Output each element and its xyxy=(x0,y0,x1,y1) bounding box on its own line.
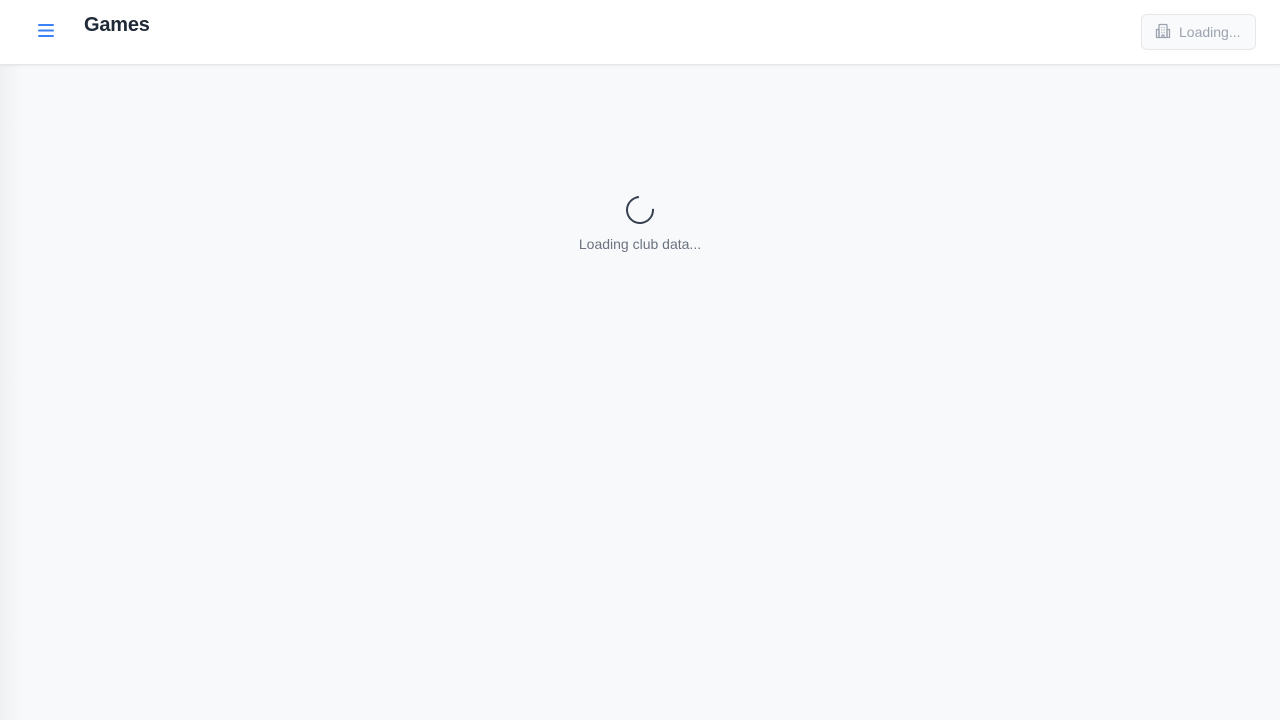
loading-indicator: Loading club data... xyxy=(0,190,1280,252)
loading-spinner-icon xyxy=(620,190,660,230)
club-selector-label: Loading... xyxy=(1179,24,1241,40)
club-selector-button[interactable]: Loading... xyxy=(1141,14,1256,50)
building-icon xyxy=(1155,23,1171,42)
loading-message: Loading club data... xyxy=(578,236,702,252)
page-title: Games xyxy=(84,14,150,36)
sidebar-edge xyxy=(0,65,22,720)
hamburger-menu-icon xyxy=(38,24,54,40)
menu-toggle-button[interactable] xyxy=(30,17,62,47)
top-header: Games Loading... xyxy=(0,0,1280,65)
